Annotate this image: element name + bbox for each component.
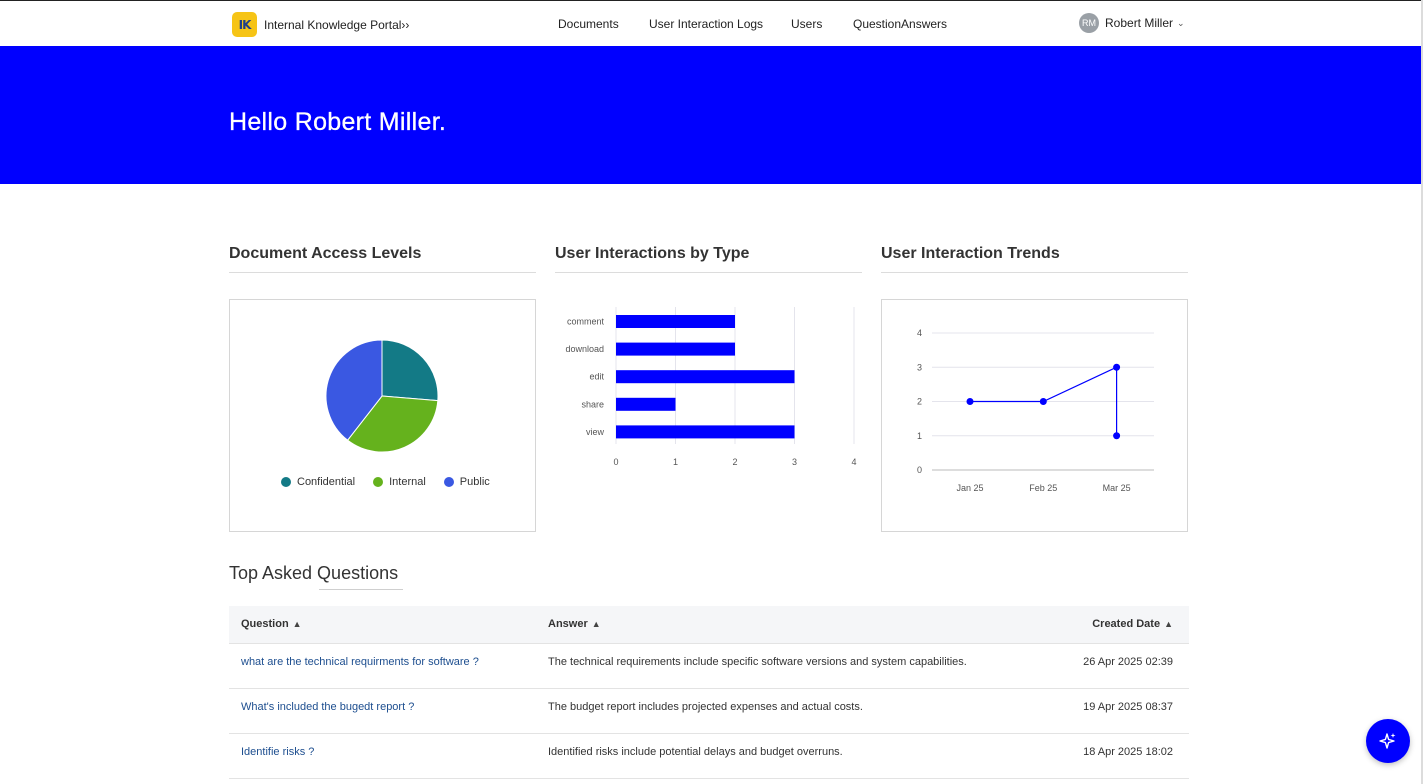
- chevron-down-icon: ⌄: [1177, 17, 1185, 28]
- table-row[interactable]: what are the technical requirments for s…: [229, 644, 1189, 689]
- brand-name: Internal Knowledge Portal››: [264, 17, 410, 32]
- x-tick-label: 4: [851, 457, 856, 467]
- access-levels-pie-chart: [325, 339, 439, 453]
- y-tick-label: 4: [917, 328, 922, 338]
- nav-users[interactable]: Users: [791, 17, 822, 31]
- title-underline: [319, 589, 403, 590]
- sort-icon: ▲︎: [591, 619, 601, 629]
- x-tick-label: 0: [613, 457, 618, 467]
- interaction-trends-line-chart: 0 1 2 3 4 Jan 25 Feb 25 Mar 25: [917, 328, 1154, 493]
- table-header: Question ▲︎ Answer ▲︎ Created Date ▲︎: [229, 606, 1189, 644]
- legend-label: Internal: [389, 476, 426, 488]
- top-navbar: IK Internal Knowledge Portal›› Documents…: [0, 1, 1421, 46]
- x-tick-label: 3: [792, 457, 797, 467]
- y-tick-label: edit: [589, 372, 604, 382]
- interaction-trends-title: User Interaction Trends: [881, 245, 1188, 273]
- legend-label: Public: [459, 476, 490, 488]
- nav-documents[interactable]: Documents: [558, 17, 619, 31]
- data-point[interactable]: [1039, 398, 1047, 405]
- user-menu[interactable]: RM Robert Miller ⌄: [1079, 13, 1185, 33]
- legend-item-confidential[interactable]: Confidential: [281, 476, 355, 488]
- answer-text: Identified risks include potential delay…: [548, 746, 843, 758]
- top-questions-title: Top Asked Questions: [229, 563, 399, 583]
- question-link[interactable]: what are the technical requirments for s…: [241, 656, 479, 668]
- interaction-trends-card: 0 1 2 3 4 Jan 25 Feb 25 Mar 25: [881, 299, 1188, 532]
- y-tick-label: share: [581, 399, 604, 409]
- greeting-title: Hello Robert Miller.: [229, 108, 447, 136]
- portal-logo: IK: [232, 12, 257, 37]
- data-point[interactable]: [966, 398, 974, 405]
- question-link[interactable]: Identifie risks ?: [241, 746, 314, 758]
- question-link[interactable]: What's included the bugedt report ?: [241, 701, 414, 713]
- pie-legend: Confidential Internal Public: [281, 476, 508, 488]
- ai-assistant-button[interactable]: [1366, 719, 1410, 763]
- legend-dot: [443, 477, 454, 487]
- bar-share[interactable]: [616, 397, 676, 411]
- sparkle-icon: [1379, 733, 1396, 749]
- x-tick-label: Jan 25: [956, 483, 983, 493]
- x-tick-label: Feb 25: [1029, 483, 1057, 493]
- column-header-answer[interactable]: Answer ▲︎: [548, 618, 601, 630]
- nav-user-interaction-logs[interactable]: User Interaction Logs: [649, 17, 763, 31]
- brand-link[interactable]: IK Internal Knowledge Portal››: [232, 12, 409, 37]
- y-tick-label: 1: [917, 431, 922, 441]
- bar-edit[interactable]: [616, 370, 795, 384]
- column-header-question[interactable]: Question ▲︎: [241, 618, 302, 630]
- sort-icon: ▲︎: [292, 619, 302, 629]
- data-point[interactable]: [1113, 363, 1121, 371]
- pie-slice-confidential[interactable]: [381, 339, 439, 402]
- legend-dot: [281, 477, 291, 487]
- legend-label: Confidential: [297, 476, 356, 488]
- y-tick-label: download: [565, 344, 604, 354]
- legend-item-public[interactable]: Public: [443, 476, 490, 488]
- answer-text: The technical requirements include speci…: [548, 656, 967, 668]
- y-tick-label: 3: [917, 362, 922, 372]
- data-point[interactable]: [1113, 432, 1121, 440]
- access-levels-card: Confidential Internal Public: [229, 299, 536, 532]
- interactions-by-type-bar-chart: 0 1 2 3 4 comment download edit share view: [565, 307, 857, 467]
- y-tick-label: view: [586, 427, 605, 437]
- created-date: 18 Apr 2025 18:02: [1083, 746, 1173, 758]
- y-tick-label: 0: [917, 465, 922, 475]
- legend-item-internal[interactable]: Internal: [373, 476, 426, 488]
- bar-view[interactable]: [616, 425, 795, 439]
- created-date: 19 Apr 2025 08:37: [1083, 701, 1173, 713]
- questions-table: Question ▲︎ Answer ▲︎ Created Date ▲︎ what …: [229, 606, 1189, 779]
- x-tick-label: Mar 25: [1103, 483, 1131, 493]
- bar-comment[interactable]: [616, 315, 735, 328]
- avatar: RM: [1079, 13, 1099, 33]
- access-levels-title: Document Access Levels: [229, 245, 536, 273]
- answer-text: The budget report includes projected exp…: [548, 701, 863, 713]
- y-tick-label: comment: [567, 317, 605, 327]
- legend-dot: [373, 477, 384, 487]
- hero-banner: Hello Robert Miller.: [0, 46, 1421, 184]
- user-name: Robert Miller: [1105, 16, 1174, 30]
- y-tick-label: 2: [917, 397, 922, 407]
- column-header-created-date[interactable]: Created Date ▲︎: [1092, 618, 1173, 630]
- created-date: 26 Apr 2025 02:39: [1083, 656, 1173, 668]
- x-tick-label: 2: [732, 457, 737, 467]
- table-row[interactable]: Identifie risks ? Identified risks inclu…: [229, 734, 1189, 779]
- table-row[interactable]: What's included the bugedt report ? The …: [229, 689, 1189, 734]
- interactions-by-type-title: User Interactions by Type: [555, 245, 862, 273]
- sort-icon: ▲︎: [1164, 619, 1173, 629]
- nav-questionanswers[interactable]: QuestionAnswers: [853, 17, 947, 31]
- bar-download[interactable]: [616, 342, 735, 356]
- x-tick-label: 1: [673, 457, 678, 467]
